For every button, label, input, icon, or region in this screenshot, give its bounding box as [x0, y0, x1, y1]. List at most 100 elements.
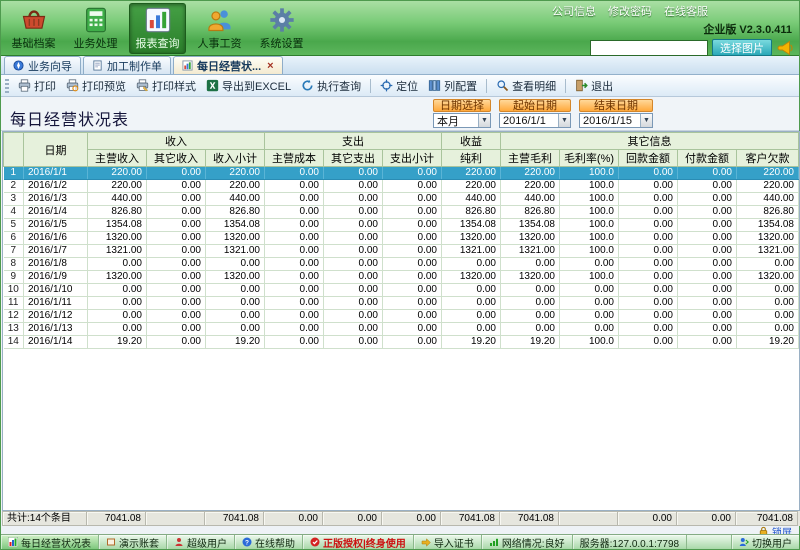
table-row[interactable]: 72016/1/71321.000.001321.000.000.000.001…	[4, 245, 799, 258]
column-header[interactable]: 其它支出	[324, 150, 383, 167]
value-cell[interactable]: 1320.00	[442, 271, 501, 284]
value-cell[interactable]: 0.00	[147, 193, 206, 206]
value-cell[interactable]: 0.00	[383, 310, 442, 323]
value-cell[interactable]: 0.00	[560, 310, 619, 323]
table-row[interactable]: 122016/1/120.000.000.000.000.000.000.000…	[4, 310, 799, 323]
horn-icon[interactable]	[776, 40, 794, 56]
switch-user-button[interactable]: 切换用户	[731, 535, 799, 549]
value-cell[interactable]: 0.00	[678, 193, 737, 206]
company-info-link[interactable]: 公司信息	[552, 3, 596, 19]
value-cell[interactable]: 0.00	[383, 284, 442, 297]
value-cell[interactable]: 0.00	[147, 336, 206, 349]
value-cell[interactable]: 0.00	[265, 193, 324, 206]
status-account-set[interactable]: 演示账套	[99, 535, 167, 549]
value-cell[interactable]: 1320.00	[737, 232, 799, 245]
date-range-label[interactable]: 日期选择	[433, 99, 491, 112]
value-cell[interactable]: 1320.00	[442, 232, 501, 245]
value-cell[interactable]: 0.00	[383, 323, 442, 336]
value-cell[interactable]: 0.00	[442, 310, 501, 323]
row-number-cell[interactable]: 9	[4, 271, 24, 284]
value-cell[interactable]: 0.00	[324, 245, 383, 258]
value-cell[interactable]: 0.00	[678, 167, 737, 180]
value-cell[interactable]: 220.00	[88, 167, 147, 180]
date-cell[interactable]: 2016/1/12	[24, 310, 88, 323]
value-cell[interactable]: 1320.00	[501, 271, 560, 284]
date-cell[interactable]: 2016/1/8	[24, 258, 88, 271]
table-row[interactable]: 142016/1/1419.200.0019.200.000.000.0019.…	[4, 336, 799, 349]
value-cell[interactable]: 100.0	[560, 232, 619, 245]
value-cell[interactable]: 440.00	[501, 193, 560, 206]
row-number-cell[interactable]: 1	[4, 167, 24, 180]
value-cell[interactable]: 0.00	[501, 323, 560, 336]
value-cell[interactable]: 1354.08	[442, 219, 501, 232]
date-cell[interactable]: 2016/1/7	[24, 245, 88, 258]
value-cell[interactable]: 0.00	[147, 258, 206, 271]
view-detail-button[interactable]: 查看明细	[491, 76, 561, 96]
value-cell[interactable]: 0.00	[265, 323, 324, 336]
nav-item-business-process[interactable]: 业务处理	[67, 3, 124, 54]
end-date-label[interactable]: 结束日期	[579, 99, 653, 112]
value-cell[interactable]: 0.00	[737, 323, 799, 336]
export-excel-button[interactable]: 导出到EXCEL	[201, 76, 296, 96]
value-cell[interactable]: 440.00	[737, 193, 799, 206]
value-cell[interactable]: 0.00	[619, 323, 678, 336]
value-cell[interactable]: 0.00	[206, 258, 265, 271]
value-cell[interactable]: 0.00	[383, 245, 442, 258]
value-cell[interactable]: 0.00	[619, 167, 678, 180]
value-cell[interactable]: 0.00	[265, 336, 324, 349]
value-cell[interactable]: 0.00	[737, 284, 799, 297]
run-query-button[interactable]: 执行查询	[296, 76, 366, 96]
value-cell[interactable]: 1321.00	[737, 245, 799, 258]
value-cell[interactable]: 0.00	[678, 232, 737, 245]
chevron-down-icon[interactable]: ▼	[478, 114, 490, 127]
value-cell[interactable]: 0.00	[206, 297, 265, 310]
value-cell[interactable]: 0.00	[147, 323, 206, 336]
value-cell[interactable]: 0.00	[501, 310, 560, 323]
tab-daily-report[interactable]: 每日经营状... ×	[173, 56, 283, 74]
value-cell[interactable]: 0.00	[501, 284, 560, 297]
value-cell[interactable]: 0.00	[265, 180, 324, 193]
value-cell[interactable]: 0.00	[737, 258, 799, 271]
value-cell[interactable]: 19.20	[737, 336, 799, 349]
row-number-cell[interactable]: 3	[4, 193, 24, 206]
value-cell[interactable]: 0.00	[324, 310, 383, 323]
column-header[interactable]: 客户欠款	[737, 150, 799, 167]
value-cell[interactable]: 0.00	[147, 284, 206, 297]
value-cell[interactable]: 0.00	[147, 232, 206, 245]
value-cell[interactable]: 0.00	[383, 206, 442, 219]
value-cell[interactable]: 0.00	[678, 310, 737, 323]
value-cell[interactable]: 220.00	[737, 180, 799, 193]
value-cell[interactable]: 0.00	[678, 336, 737, 349]
value-cell[interactable]: 0.00	[619, 310, 678, 323]
nav-item-hr-payroll[interactable]: 人事工资	[191, 3, 248, 54]
value-cell[interactable]: 1354.08	[501, 219, 560, 232]
value-cell[interactable]: 0.00	[265, 245, 324, 258]
select-image-button[interactable]: 选择图片	[712, 39, 772, 56]
value-cell[interactable]: 0.00	[383, 219, 442, 232]
value-cell[interactable]: 826.80	[206, 206, 265, 219]
value-cell[interactable]: 0.00	[383, 258, 442, 271]
value-cell[interactable]: 0.00	[265, 310, 324, 323]
value-cell[interactable]: 1320.00	[206, 271, 265, 284]
value-cell[interactable]: 0.00	[619, 193, 678, 206]
tab-business-wizard[interactable]: 业务向导	[4, 56, 81, 74]
value-cell[interactable]: 0.00	[619, 245, 678, 258]
column-header[interactable]: 收入小计	[206, 150, 265, 167]
value-cell[interactable]: 0.00	[265, 271, 324, 284]
table-row[interactable]: 22016/1/2220.000.00220.000.000.000.00220…	[4, 180, 799, 193]
value-cell[interactable]: 0.00	[619, 206, 678, 219]
value-cell[interactable]: 1320.00	[88, 271, 147, 284]
value-cell[interactable]: 0.00	[265, 167, 324, 180]
value-cell[interactable]: 0.00	[324, 180, 383, 193]
value-cell[interactable]: 0.00	[678, 284, 737, 297]
value-cell[interactable]: 0.00	[442, 297, 501, 310]
value-cell[interactable]: 0.00	[619, 232, 678, 245]
value-cell[interactable]: 0.00	[147, 297, 206, 310]
date-cell[interactable]: 2016/1/10	[24, 284, 88, 297]
value-cell[interactable]: 0.00	[678, 245, 737, 258]
value-cell[interactable]: 0.00	[678, 258, 737, 271]
value-cell[interactable]: 0.00	[442, 258, 501, 271]
nav-item-basic-files[interactable]: 基础档案	[5, 3, 62, 54]
table-row[interactable]: 12016/1/1220.000.00220.000.000.000.00220…	[4, 167, 799, 180]
value-cell[interactable]: 440.00	[442, 193, 501, 206]
